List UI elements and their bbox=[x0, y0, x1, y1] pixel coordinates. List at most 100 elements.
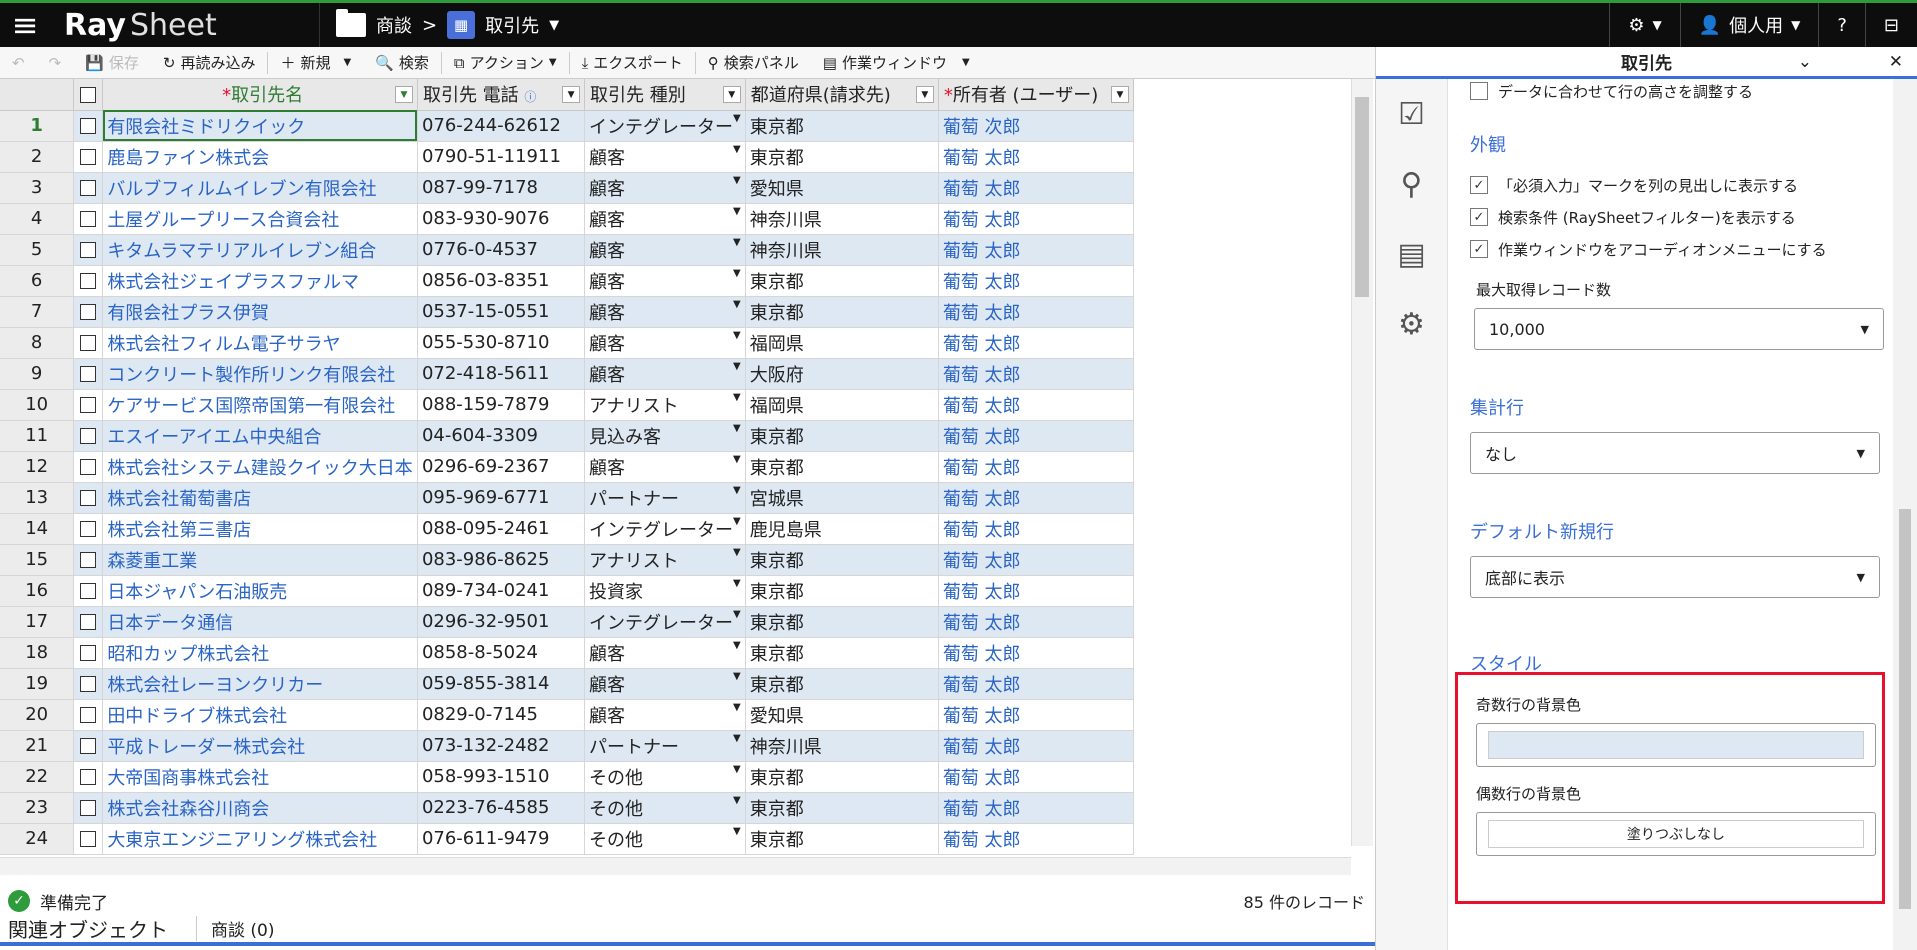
cell-phone[interactable]: 089-734-0241 bbox=[417, 575, 586, 607]
cell-pref[interactable]: 東京都 bbox=[745, 761, 939, 793]
cell-owner[interactable]: 葡萄 次郎 bbox=[938, 110, 1135, 142]
table-row[interactable]: 7 有限会社プラス伊賀 0537-15-0551 顧客 ▼ 東京都 葡萄 太郎 bbox=[0, 296, 1135, 328]
cell-owner[interactable]: 葡萄 太郎 bbox=[938, 823, 1135, 855]
new-button[interactable]: ＋新規 ▼ bbox=[268, 47, 363, 79]
cell-type[interactable]: その他 ▼ bbox=[584, 823, 746, 855]
row-checkbox[interactable] bbox=[73, 110, 104, 142]
row-checkbox[interactable] bbox=[73, 668, 104, 700]
cell-pref[interactable]: 大阪府 bbox=[745, 358, 939, 390]
cell-name[interactable]: 日本ジャパン石油販売 bbox=[102, 575, 418, 607]
help-button[interactable]: ? bbox=[1818, 3, 1865, 47]
cell-phone[interactable]: 088-159-7879 bbox=[417, 389, 586, 421]
cell-owner[interactable]: 葡萄 太郎 bbox=[938, 761, 1135, 793]
cell-pref[interactable]: 東京都 bbox=[745, 606, 939, 638]
cell-name[interactable]: ケアサービス国際帝国第一有限会社 bbox=[102, 389, 418, 421]
cell-owner[interactable]: 葡萄 太郎 bbox=[938, 451, 1135, 483]
cell-name[interactable]: 田中ドライブ株式会社 bbox=[102, 699, 418, 731]
cell-name[interactable]: 昭和カップ株式会社 bbox=[102, 637, 418, 669]
table-row[interactable]: 12 株式会社システム建設クイック大日本 0296-69-2367 顧客 ▼ 東京都 葡萄 … bbox=[0, 451, 1135, 483]
cell-name[interactable]: 鹿島ファイン株式会 bbox=[102, 141, 418, 173]
row-number[interactable]: 10 bbox=[0, 389, 75, 421]
table-row[interactable]: 1 有限会社ミドリクイック 076-244-62612 インテグレーター ▼ 東京都 葡萄 … bbox=[0, 110, 1135, 142]
row-number[interactable]: 6 bbox=[0, 265, 75, 297]
cell-type[interactable]: その他 ▼ bbox=[584, 792, 746, 824]
cell-pref[interactable]: 福岡県 bbox=[745, 327, 939, 359]
table-row[interactable]: 15 森菱重工業 083-986-8625 アナリスト ▼ 東京都 葡萄 太郎 bbox=[0, 544, 1135, 576]
cell-owner[interactable]: 葡萄 太郎 bbox=[938, 203, 1135, 235]
table-row[interactable]: 23 株式会社森谷川商会 0223-76-4585 その他 ▼ 東京都 葡萄 太郎 bbox=[0, 792, 1135, 824]
cell-name[interactable]: バルブフィルムイレブン有限会社 bbox=[102, 172, 418, 204]
cell-pref[interactable]: 神奈川県 bbox=[745, 234, 939, 266]
cell-owner[interactable]: 葡萄 太郎 bbox=[938, 730, 1135, 762]
cell-type[interactable]: 顧客 ▼ bbox=[584, 358, 746, 390]
cell-pref[interactable]: 鹿児島県 bbox=[745, 513, 939, 545]
cell-type[interactable]: 顧客 ▼ bbox=[584, 141, 746, 173]
row-checkbox[interactable] bbox=[73, 637, 104, 669]
cell-name[interactable]: コンクリート製作所リンク有限会社 bbox=[102, 358, 418, 390]
column-header-name[interactable]: *取引先名 ▼ bbox=[102, 79, 418, 111]
row-number[interactable]: 2 bbox=[0, 141, 75, 173]
row-checkbox[interactable] bbox=[73, 389, 104, 421]
cell-owner[interactable]: 葡萄 太郎 bbox=[938, 637, 1135, 669]
window-button[interactable]: ⊟ bbox=[1864, 3, 1917, 47]
cell-type[interactable]: インテグレーター ▼ bbox=[584, 606, 746, 638]
cell-name[interactable]: 大帝国商事株式会社 bbox=[102, 761, 418, 793]
horizontal-scrollbar[interactable] bbox=[0, 857, 1351, 875]
cell-name[interactable]: 有限会社ミドリクイック bbox=[102, 110, 418, 142]
row-number[interactable]: 3 bbox=[0, 172, 75, 204]
search-panel-icon[interactable]: ⚲ bbox=[1376, 149, 1447, 219]
row-number[interactable]: 22 bbox=[0, 761, 75, 793]
cell-name[interactable]: 株式会社森谷川商会 bbox=[102, 792, 418, 824]
undo-button[interactable]: ↶ bbox=[0, 47, 37, 79]
cell-owner[interactable]: 葡萄 太郎 bbox=[938, 389, 1135, 421]
cell-type[interactable]: 顧客 ▼ bbox=[584, 637, 746, 669]
cell-type[interactable]: 顧客 ▼ bbox=[584, 234, 746, 266]
row-checkbox[interactable] bbox=[73, 172, 104, 204]
row-number[interactable]: 17 bbox=[0, 606, 75, 638]
cell-phone[interactable]: 0537-15-0551 bbox=[417, 296, 586, 328]
table-row[interactable]: 24 大東京エンジニアリング株式会社 076-611-9479 その他 ▼ 東京都 葡萄 太… bbox=[0, 823, 1135, 855]
table-row[interactable]: 21 平成トレーダー株式会社 073-132-2482 パートナー ▼ 神奈川県 葡萄 太郎 bbox=[0, 730, 1135, 762]
row-checkbox[interactable] bbox=[73, 544, 104, 576]
cell-owner[interactable]: 葡萄 太郎 bbox=[938, 699, 1135, 731]
row-number[interactable]: 7 bbox=[0, 296, 75, 328]
cell-name[interactable]: 株式会社第三書店 bbox=[102, 513, 418, 545]
row-checkbox[interactable] bbox=[73, 327, 104, 359]
row-number[interactable]: 5 bbox=[0, 234, 75, 266]
cell-phone[interactable]: 0858-8-5024 bbox=[417, 637, 586, 669]
cell-pref[interactable]: 東京都 bbox=[745, 823, 939, 855]
row-number[interactable]: 14 bbox=[0, 513, 75, 545]
table-row[interactable]: 3 バルブフィルムイレブン有限会社 087-99-7178 顧客 ▼ 愛知県 葡萄 太郎 bbox=[0, 172, 1135, 204]
max-records-select[interactable]: 10,000 ▼ bbox=[1474, 308, 1884, 350]
cell-phone[interactable]: 0296-69-2367 bbox=[417, 451, 586, 483]
row-checkbox[interactable] bbox=[73, 234, 104, 266]
table-row[interactable]: 19 株式会社レーヨンクリカー 059-855-3814 顧客 ▼ 東京都 葡萄 太郎 bbox=[0, 668, 1135, 700]
option-accordion[interactable]: ✓ 作業ウィンドウをアコーディオンメニューにする bbox=[1470, 233, 1872, 265]
cell-pref[interactable]: 東京都 bbox=[745, 110, 939, 142]
row-number[interactable]: 20 bbox=[0, 699, 75, 731]
option-required-mark[interactable]: ✓ 「必須入力」マークを列の見出しに表示する bbox=[1470, 169, 1872, 201]
column-header-owner[interactable]: *所有者 (ユーザー) ▼ bbox=[938, 79, 1135, 111]
cell-name[interactable]: 株式会社ジェイプラスファルマ bbox=[102, 265, 418, 297]
cell-phone[interactable]: 055-530-8710 bbox=[417, 327, 586, 359]
save-button[interactable]: 💾 保存 bbox=[73, 47, 151, 79]
cell-name[interactable]: 土屋グループリース合資会社 bbox=[102, 203, 418, 235]
cell-phone[interactable]: 0296-32-9501 bbox=[417, 606, 586, 638]
cell-type[interactable]: 顧客 ▼ bbox=[584, 668, 746, 700]
cell-phone[interactable]: 072-418-5611 bbox=[417, 358, 586, 390]
cell-owner[interactable]: 葡萄 太郎 bbox=[938, 606, 1135, 638]
table-row[interactable]: 11 エスイーアイエム中央組合 04-604-3309 見込み客 ▼ 東京都 葡萄 太郎 bbox=[0, 420, 1135, 452]
cell-name[interactable]: 有限会社プラス伊賀 bbox=[102, 296, 418, 328]
row-number[interactable]: 15 bbox=[0, 544, 75, 576]
row-checkbox[interactable] bbox=[73, 265, 104, 297]
cell-pref[interactable]: 宮城県 bbox=[745, 482, 939, 514]
cell-owner[interactable]: 葡萄 太郎 bbox=[938, 792, 1135, 824]
cell-phone[interactable]: 095-969-6771 bbox=[417, 482, 586, 514]
row-number[interactable]: 1 bbox=[0, 110, 75, 142]
option-show-filter[interactable]: ✓ 検索条件 (RaySheetフィルター)を表示する bbox=[1470, 201, 1872, 233]
cell-owner[interactable]: 葡萄 太郎 bbox=[938, 141, 1135, 173]
table-row[interactable]: 17 日本データ通信 0296-32-9501 インテグレーター ▼ 東京都 葡萄 太郎 bbox=[0, 606, 1135, 638]
cell-pref[interactable]: 東京都 bbox=[745, 544, 939, 576]
cell-owner[interactable]: 葡萄 太郎 bbox=[938, 265, 1135, 297]
cell-type[interactable]: 顧客 ▼ bbox=[584, 296, 746, 328]
